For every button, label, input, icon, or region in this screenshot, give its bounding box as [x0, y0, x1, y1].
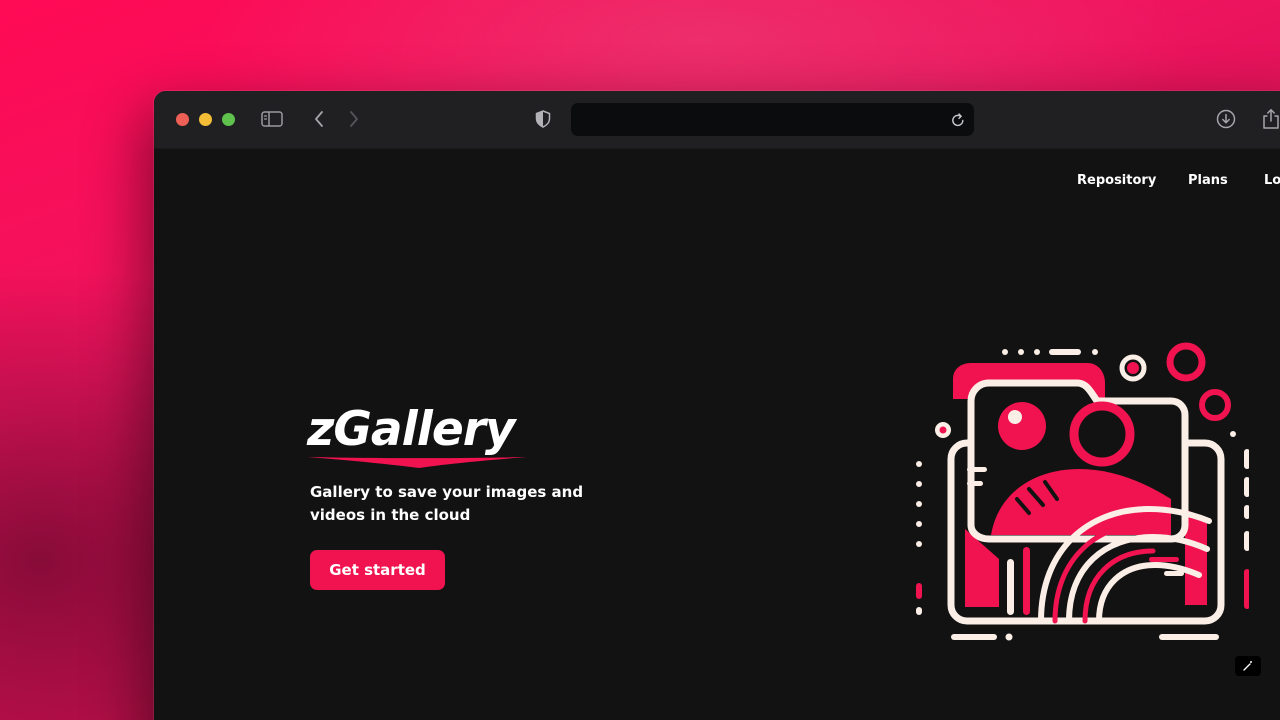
nav-link-repository[interactable]: Repository [1077, 173, 1156, 188]
page-content: Repository Plans Lo zGallery Gallery to … [154, 149, 1280, 720]
browser-toolbar [154, 91, 1280, 149]
zoom-window-button[interactable] [222, 113, 235, 126]
logo-swoosh [307, 457, 527, 468]
browser-window: Repository Plans Lo zGallery Gallery to … [154, 91, 1280, 720]
sidebar-icon[interactable] [260, 109, 284, 129]
share-icon[interactable] [1261, 107, 1280, 131]
address-bar[interactable] [571, 103, 974, 136]
magic-wand-icon[interactable] [1235, 656, 1261, 676]
hero-tagline: Gallery to save your images and videos i… [310, 483, 584, 524]
brand-logo: zGallery [307, 401, 547, 471]
download-icon[interactable] [1215, 108, 1237, 130]
nav-link-login[interactable]: Lo [1264, 173, 1280, 188]
brand-name: zGallery [307, 402, 516, 457]
reload-icon[interactable] [949, 111, 967, 129]
close-window-button[interactable] [176, 113, 189, 126]
shield-icon[interactable] [534, 109, 552, 129]
gallery-folder-illustration [916, 342, 1249, 641]
chevron-right-icon[interactable] [345, 109, 363, 129]
nav-link-plans[interactable]: Plans [1188, 173, 1228, 188]
minimize-window-button[interactable] [199, 113, 212, 126]
chevron-left-icon[interactable] [310, 109, 328, 129]
get-started-button[interactable]: Get started [310, 550, 445, 590]
